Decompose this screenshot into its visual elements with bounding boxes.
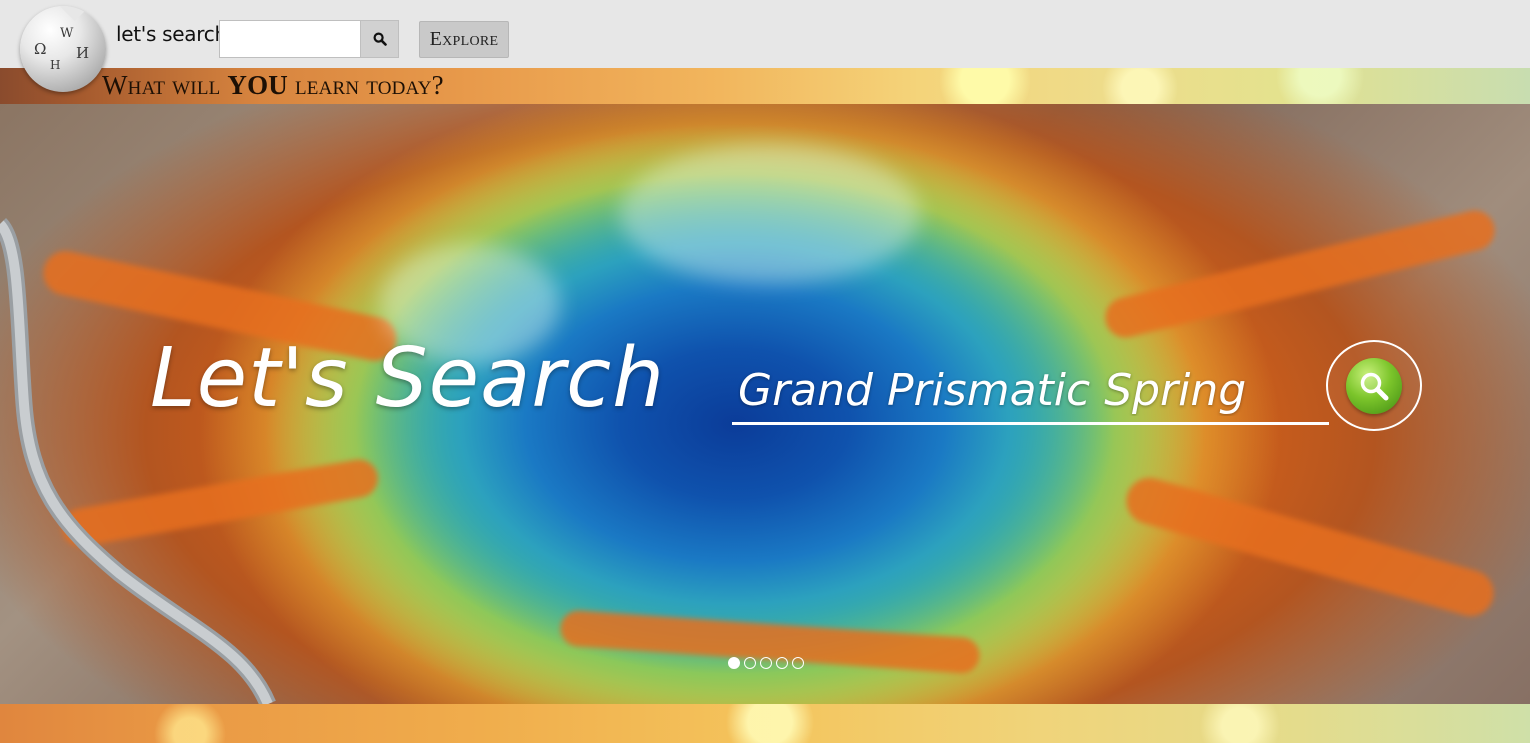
tagline: What will YOU learn today? bbox=[102, 70, 444, 101]
tagline-emphasis: YOU bbox=[227, 70, 289, 100]
explore-button[interactable]: Explore bbox=[419, 21, 509, 58]
carousel-dot-5[interactable] bbox=[792, 657, 804, 669]
logo-glyph: H bbox=[50, 58, 61, 72]
tagline-before: What will bbox=[102, 70, 228, 100]
carousel-dot-4[interactable] bbox=[776, 657, 788, 669]
logo-glyph: И bbox=[76, 44, 90, 62]
footer-strip bbox=[0, 704, 1530, 743]
hero-search-button[interactable] bbox=[1326, 340, 1422, 431]
wikipedia-globe-logo[interactable]: Ω W И H bbox=[20, 6, 106, 92]
hero-title: Let's Search bbox=[150, 331, 666, 426]
brand-label: let's search bbox=[116, 22, 227, 46]
logo-notch bbox=[59, 6, 91, 22]
carousel-dot-1[interactable] bbox=[728, 657, 740, 669]
logo-glyph: Ω bbox=[34, 40, 47, 58]
header-search-button[interactable] bbox=[360, 20, 399, 58]
hero-texture bbox=[1101, 206, 1499, 342]
carousel-dot-2[interactable] bbox=[744, 657, 756, 669]
carousel-dot-3[interactable] bbox=[760, 657, 772, 669]
carousel-indicators bbox=[728, 657, 804, 669]
hero-search-input[interactable] bbox=[732, 359, 1329, 425]
hero-texture bbox=[1121, 472, 1499, 622]
header-search-input[interactable] bbox=[219, 20, 360, 58]
search-icon bbox=[372, 32, 387, 46]
hero-texture bbox=[620, 144, 920, 284]
magnifier-icon bbox=[1346, 357, 1402, 414]
hero-carousel: Let's Search bbox=[0, 104, 1530, 704]
logo-glyph: W bbox=[60, 26, 74, 41]
tagline-after: learn today? bbox=[288, 70, 444, 100]
